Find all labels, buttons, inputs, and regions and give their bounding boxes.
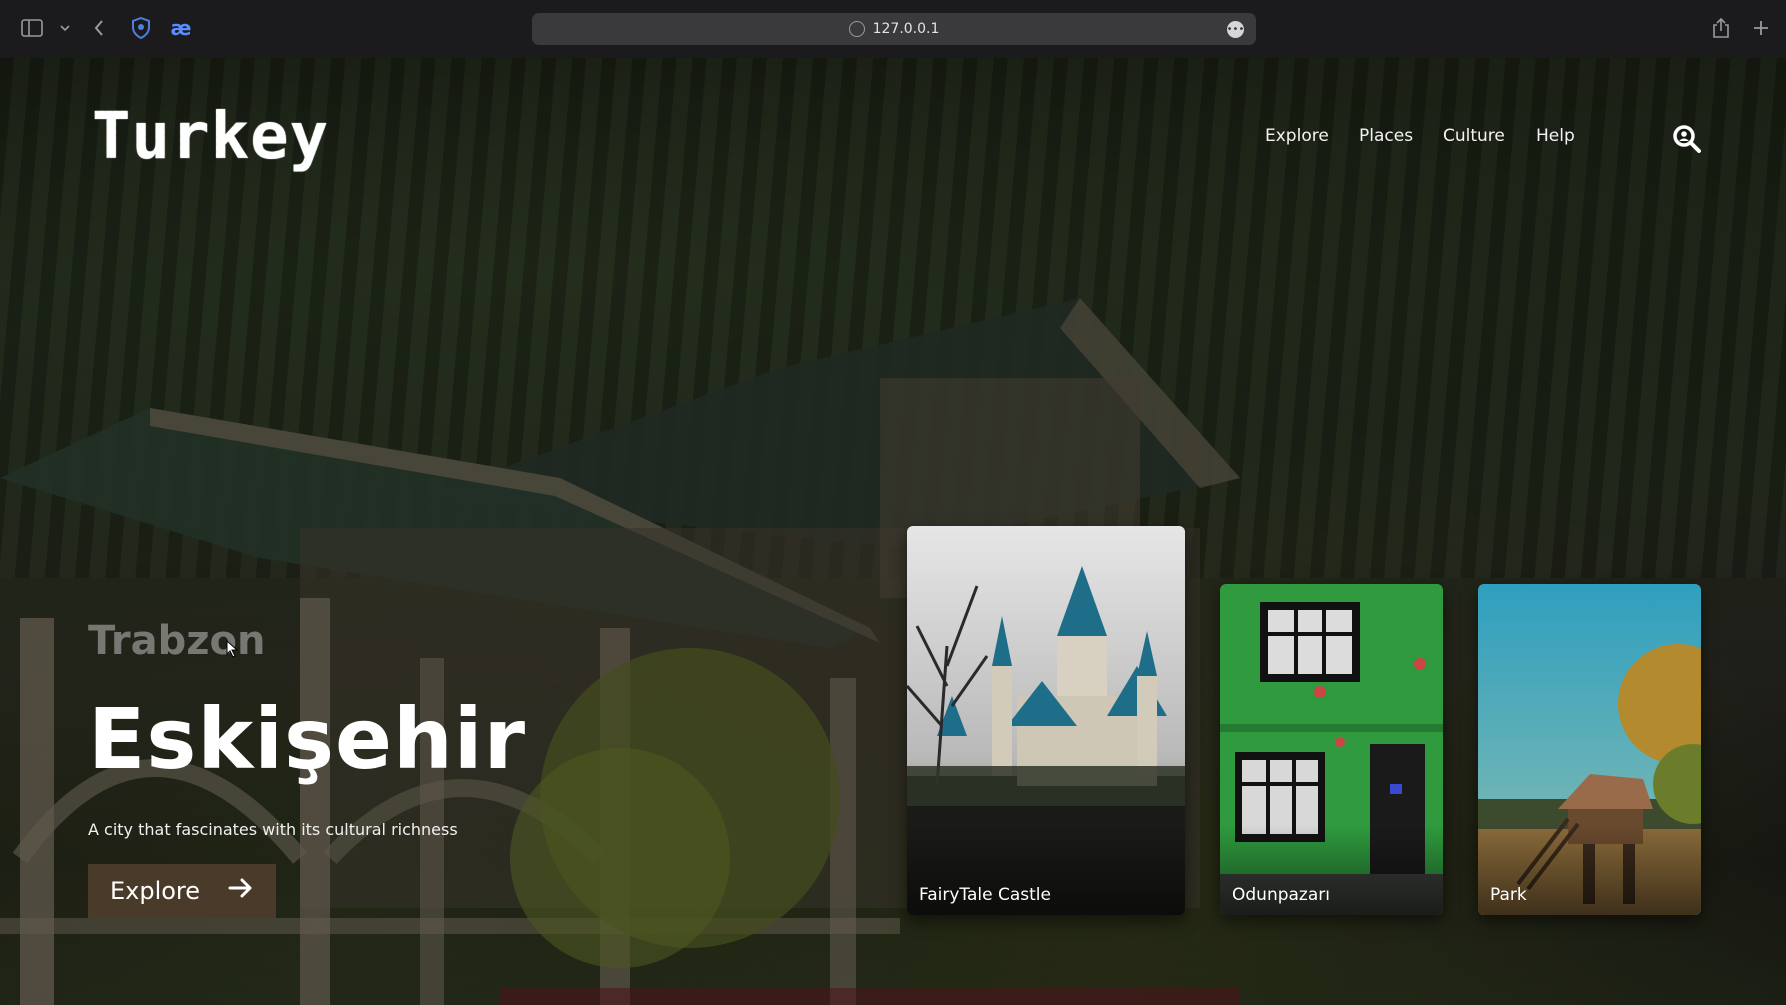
- share-icon[interactable]: [1710, 16, 1732, 40]
- shield-extension-icon[interactable]: [130, 16, 152, 40]
- hero-section: Turkey Explore Places Culture Help Trabz…: [0, 58, 1786, 1005]
- nav-culture[interactable]: Culture: [1443, 126, 1505, 146]
- mouse-cursor-icon: [226, 639, 239, 662]
- nav-help[interactable]: Help: [1536, 126, 1575, 146]
- logo-text: Turkey: [92, 100, 330, 174]
- card-fairytale-castle[interactable]: FairyTale Castle: [907, 526, 1185, 915]
- card-label: FairyTale Castle: [919, 885, 1051, 905]
- browser-toolbar: æ 127.0.0.1 •••: [0, 0, 1786, 58]
- card-park[interactable]: Park: [1478, 584, 1701, 915]
- address-bar[interactable]: 127.0.0.1 •••: [532, 13, 1256, 45]
- explore-button[interactable]: Explore: [88, 864, 276, 918]
- card-label: Park: [1490, 885, 1527, 905]
- nav-explore[interactable]: Explore: [1265, 126, 1329, 146]
- card-label: Odunpazarı: [1232, 885, 1330, 905]
- sidebar-toggle-icon[interactable]: [20, 17, 44, 39]
- previous-slide-title: Trabzon: [88, 618, 266, 664]
- arrow-right-icon: [228, 877, 254, 905]
- hero-title: Eskişehir: [88, 690, 527, 788]
- back-arrow-icon[interactable]: [90, 17, 108, 39]
- url-text: 127.0.0.1: [872, 21, 940, 37]
- hero-subtitle: A city that fascinates with its cultural…: [88, 820, 458, 839]
- explore-button-label: Explore: [109, 877, 201, 905]
- search-icon[interactable]: [1672, 124, 1702, 154]
- ellipsis-icon[interactable]: •••: [1227, 21, 1244, 38]
- globe-icon: [848, 21, 865, 37]
- card-odunpazari[interactable]: Odunpazarı: [1220, 584, 1443, 915]
- new-tab-plus-icon[interactable]: [1750, 16, 1772, 40]
- site-logo[interactable]: Turkey: [92, 100, 329, 174]
- chevron-down-icon[interactable]: [58, 20, 72, 36]
- nav-places[interactable]: Places: [1359, 126, 1413, 146]
- ae-extension-icon[interactable]: æ: [168, 16, 194, 40]
